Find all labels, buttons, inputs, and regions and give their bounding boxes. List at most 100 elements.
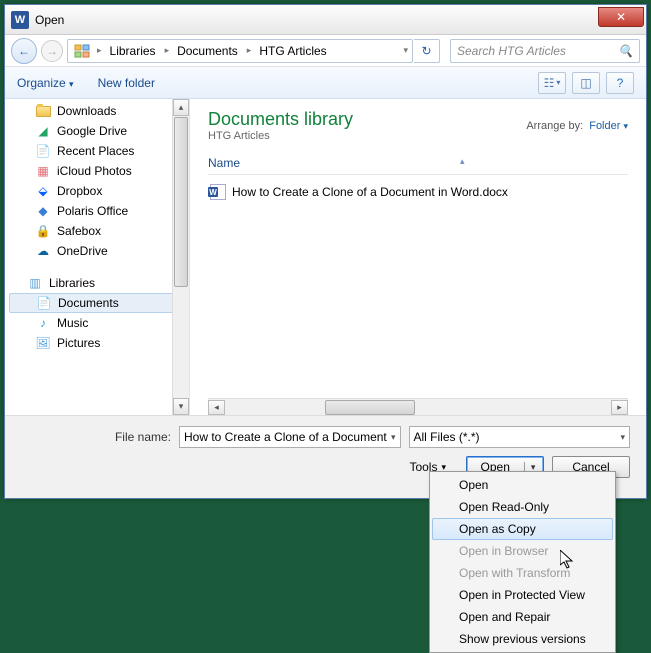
- menu-open-as-copy[interactable]: Open as Copy: [432, 518, 613, 540]
- tree-label: Pictures: [57, 336, 100, 350]
- help-icon: ?: [617, 76, 624, 90]
- chevron-down-icon[interactable]: ▾: [401, 45, 410, 56]
- crumb-htg-articles[interactable]: HTG Articles: [253, 40, 333, 62]
- open-dropdown-menu: Open Open Read-Only Open as Copy Open in…: [429, 471, 616, 653]
- chevron-down-icon: ▾: [69, 79, 74, 89]
- file-type-filter[interactable]: All Files (*.*) ▾: [409, 426, 631, 448]
- close-icon: ✕: [616, 10, 626, 24]
- search-input[interactable]: Search HTG Articles 🔍: [450, 39, 640, 63]
- body: Downloads ◢ Google Drive 📄Recent Places ▦…: [5, 99, 646, 415]
- tree-libraries[interactable]: ▥Libraries: [5, 273, 189, 293]
- tree-lib-pictures[interactable]: 🖼 Pictures: [5, 333, 189, 353]
- open-dialog: W Open ✕ ← → ▸ Libraries ▸ Documents ▸ H…: [4, 4, 647, 499]
- menu-open[interactable]: Open: [432, 474, 613, 496]
- tree-label: Google Drive: [57, 124, 127, 138]
- tree-item-safebox[interactable]: 🔒 Safebox: [5, 221, 189, 241]
- tree-label: iCloud Photos: [57, 164, 132, 178]
- menu-open-protected[interactable]: Open in Protected View: [432, 584, 613, 606]
- scroll-up-icon[interactable]: ▴: [173, 99, 189, 116]
- dropbox-icon: ⬙: [35, 183, 51, 199]
- view-icon: ☷: [544, 76, 555, 90]
- sidebar: Downloads ◢ Google Drive 📄Recent Places ▦…: [5, 99, 190, 415]
- safebox-icon: 🔒: [35, 223, 51, 239]
- arrange-by-button[interactable]: Folder ▾: [589, 120, 628, 132]
- content-pane: Documents library HTG Articles Arrange b…: [190, 99, 646, 415]
- scroll-down-icon[interactable]: ▾: [173, 398, 189, 415]
- pictures-icon: 🖼: [35, 335, 51, 351]
- tree-item-recent[interactable]: 📄Recent Places: [5, 141, 189, 161]
- window-title: Open: [35, 13, 598, 27]
- forward-button[interactable]: →: [41, 40, 63, 62]
- word-app-icon: W: [11, 11, 29, 29]
- tree-item-polaris[interactable]: ◆ Polaris Office: [5, 201, 189, 221]
- tree-label: Polaris Office: [57, 204, 128, 218]
- breadcrumb-root-icon[interactable]: [70, 40, 95, 62]
- tree-label: Libraries: [49, 276, 95, 290]
- content-hscrollbar[interactable]: ◂ ▸: [208, 398, 628, 415]
- tree-item-onedrive[interactable]: ☁ OneDrive: [5, 241, 189, 261]
- sidebar-scrollbar[interactable]: ▴ ▾: [172, 99, 189, 415]
- filename-label: File name:: [21, 430, 171, 444]
- preview-pane-button[interactable]: ◫: [572, 72, 600, 94]
- breadcrumb[interactable]: ▸ Libraries ▸ Documents ▸ HTG Articles ▾: [67, 39, 413, 63]
- new-folder-button[interactable]: New folder: [98, 76, 155, 90]
- navbar: ← → ▸ Libraries ▸ Documents ▸ HTG Articl…: [5, 35, 646, 67]
- tree-label: Dropbox: [57, 184, 102, 198]
- file-row[interactable]: How to Create a Clone of a Document in W…: [208, 181, 628, 203]
- music-icon: ♪: [35, 315, 51, 331]
- column-headers: Name ▴: [208, 156, 628, 175]
- polaris-icon: ◆: [35, 203, 51, 219]
- tree-item-google-drive[interactable]: ◢ Google Drive: [5, 121, 189, 141]
- tree-label: Safebox: [57, 224, 101, 238]
- menu-open-repair[interactable]: Open and Repair: [432, 606, 613, 628]
- arrow-right-icon: →: [46, 44, 58, 58]
- titlebar: W Open ✕: [5, 5, 646, 35]
- arrange-by-label: Arrange by:: [526, 120, 583, 132]
- tree-item-dropbox[interactable]: ⬙ Dropbox: [5, 181, 189, 201]
- recent-icon: 📄: [35, 143, 51, 159]
- tree-lib-documents[interactable]: 📄Documents: [9, 293, 185, 313]
- chevron-right-icon: ▸: [245, 45, 254, 56]
- menu-show-previous[interactable]: Show previous versions: [432, 628, 613, 650]
- filename-value: How to Create a Clone of a Document: [184, 430, 387, 444]
- search-icon: 🔍: [618, 44, 633, 58]
- menu-open-readonly[interactable]: Open Read-Only: [432, 496, 613, 518]
- tree-lib-music[interactable]: ♪ Music: [5, 313, 189, 333]
- file-name: How to Create a Clone of a Document in W…: [232, 185, 508, 199]
- tree-label: Downloads: [57, 104, 116, 118]
- scroll-thumb[interactable]: [325, 400, 415, 415]
- scroll-right-icon[interactable]: ▸: [611, 400, 628, 415]
- help-button[interactable]: ?: [606, 72, 634, 94]
- tree-item-downloads[interactable]: Downloads: [5, 101, 189, 121]
- organize-button[interactable]: Organize ▾: [17, 76, 74, 90]
- menu-open-in-browser: Open in Browser: [432, 540, 613, 562]
- crumb-libraries[interactable]: Libraries: [104, 40, 163, 62]
- refresh-icon: ↻: [421, 44, 431, 58]
- crumb-documents[interactable]: Documents: [171, 40, 245, 62]
- scroll-left-icon[interactable]: ◂: [208, 400, 225, 415]
- chevron-down-icon: ▾: [623, 121, 628, 131]
- filename-input[interactable]: How to Create a Clone of a Document ▾: [179, 426, 401, 448]
- library-title: Documents library: [208, 109, 353, 130]
- arrange-value: Folder: [589, 120, 620, 132]
- view-button[interactable]: ☷▾: [538, 72, 566, 94]
- folder-icon: [35, 103, 51, 119]
- onedrive-icon: ☁: [35, 243, 51, 259]
- library-subtitle: HTG Articles: [208, 130, 353, 142]
- chevron-right-icon: ▸: [163, 45, 172, 56]
- word-file-icon: [210, 184, 226, 200]
- menu-open-with-transform: Open with Transform: [432, 562, 613, 584]
- close-button[interactable]: ✕: [598, 7, 644, 27]
- scroll-thumb[interactable]: [174, 117, 188, 287]
- tree-label: OneDrive: [57, 244, 108, 258]
- tree-label: Music: [57, 316, 88, 330]
- chevron-down-icon: ▾: [556, 78, 560, 87]
- tree-item-icloud[interactable]: ▦iCloud Photos: [5, 161, 189, 181]
- back-button[interactable]: ←: [11, 38, 37, 64]
- toolbar: Organize ▾ New folder ☷▾ ◫ ?: [5, 67, 646, 99]
- refresh-button[interactable]: ↻: [414, 39, 440, 63]
- chevron-right-icon: ▸: [95, 45, 104, 56]
- column-name[interactable]: Name: [208, 156, 240, 170]
- gdrive-icon: ◢: [35, 123, 51, 139]
- tree-label: Documents: [58, 296, 119, 310]
